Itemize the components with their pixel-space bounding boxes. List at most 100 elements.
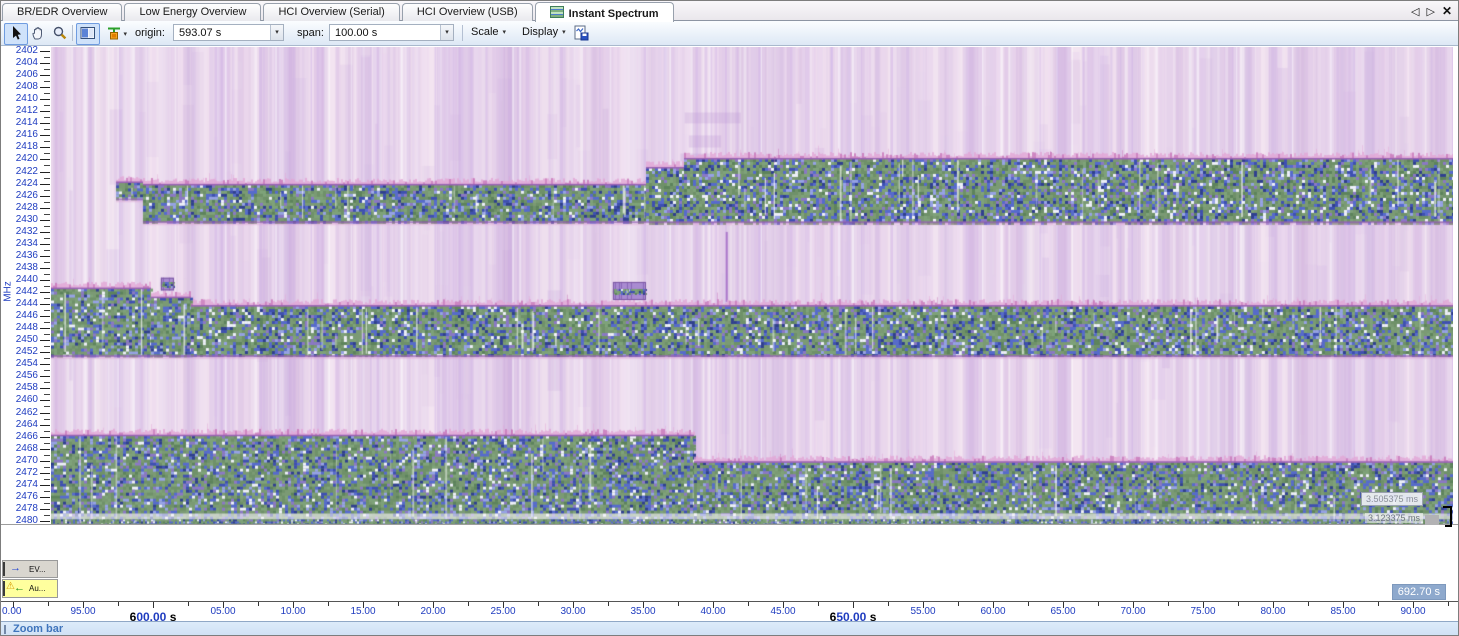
time-tick-label: 80.00 — [1238, 606, 1308, 617]
frequency-minor-tick — [44, 226, 50, 227]
frequency-major-tick — [40, 292, 50, 293]
frequency-minor-tick — [44, 455, 50, 456]
frequency-minor-tick — [44, 141, 50, 142]
tabs-scroll-left-button[interactable]: ◁ — [1411, 6, 1419, 18]
frequency-tick-label: 2412 — [2, 105, 38, 116]
origin-combobox[interactable]: 593.07 s ▾ — [173, 24, 284, 41]
origin-label: origin: — [135, 27, 165, 39]
frequency-major-tick — [40, 304, 50, 305]
close-tab-button[interactable]: ✕ — [1442, 4, 1452, 18]
tab-hci-overview-serial-[interactable]: HCI Overview (Serial) — [263, 3, 399, 21]
origin-dropdown-caret[interactable]: ▾ — [270, 25, 283, 40]
zoom-bar-grip[interactable] — [4, 625, 6, 634]
split-view-button[interactable] — [76, 23, 100, 45]
time-tick-label: 95.00 — [48, 606, 118, 617]
select-tool-button[interactable] — [4, 23, 28, 45]
frequency-major-tick — [40, 280, 50, 281]
frequency-minor-tick — [44, 467, 50, 468]
frequency-major-tick — [40, 437, 50, 438]
frequency-major-tick — [40, 328, 50, 329]
frequency-tick-label: 2462 — [2, 407, 38, 418]
save-chart-button[interactable] — [569, 23, 593, 45]
span-dropdown-caret[interactable]: ▾ — [440, 25, 453, 40]
time-tick — [1448, 602, 1449, 606]
event-stream-row[interactable]: → EV... — [2, 560, 58, 578]
tab-br-edr-overview[interactable]: BR/EDR Overview — [2, 3, 122, 21]
time-tick — [853, 602, 854, 608]
frequency-tick-label: 2448 — [2, 322, 38, 333]
frequency-minor-tick — [44, 503, 50, 504]
time-tick-label: 20.00 — [398, 606, 468, 617]
origin-value[interactable]: 593.07 s — [179, 27, 221, 39]
frequency-tick-label: 2476 — [2, 491, 38, 502]
tab-hci-overview-usb-[interactable]: HCI Overview (USB) — [402, 3, 533, 21]
frequency-minor-tick — [44, 298, 50, 299]
frequency-major-tick — [40, 172, 50, 173]
measurement-tooltip-upper: 3.505375 ms — [1361, 492, 1423, 506]
tab-label: HCI Overview (Serial) — [278, 6, 384, 18]
frequency-major-tick — [40, 256, 50, 257]
row-grip[interactable] — [3, 581, 5, 596]
frequency-minor-tick — [44, 358, 50, 359]
frequency-tick-label: 2410 — [2, 93, 38, 104]
frequency-minor-tick — [44, 322, 50, 323]
frequency-minor-tick — [44, 81, 50, 82]
frequency-tick-label: 2414 — [2, 117, 38, 128]
time-tick-label: 75.00 — [1168, 606, 1238, 617]
zoom-tool-button[interactable] — [48, 23, 72, 45]
event-arrow-icon: → — [10, 562, 21, 574]
frequency-minor-tick — [44, 370, 50, 371]
spectrogram-canvas[interactable] — [51, 47, 1453, 524]
frequency-minor-tick — [44, 286, 50, 287]
frequency-minor-tick — [44, 153, 50, 154]
span-value[interactable]: 100.00 s — [335, 27, 377, 39]
zoom-bar-pane[interactable]: Zoom bar — [1, 621, 1458, 636]
frequency-tick-label: 2442 — [2, 286, 38, 297]
frequency-major-tick — [40, 196, 50, 197]
time-tick-label: 60.00 — [958, 606, 1028, 617]
time-tick — [153, 602, 154, 608]
frequency-major-tick — [40, 376, 50, 377]
frequency-minor-tick — [44, 202, 50, 203]
frequency-tick-label: 2432 — [2, 226, 38, 237]
time-tick-label: 35.00 — [608, 606, 678, 617]
frequency-tick-label: 2464 — [2, 419, 38, 430]
audio-arrow-icon: ← — [14, 582, 25, 594]
frequency-minor-tick — [44, 190, 50, 191]
frequency-tick-label: 2406 — [2, 69, 38, 80]
frequency-tick-label: 2430 — [2, 214, 38, 225]
frequency-minor-tick — [44, 479, 50, 480]
frequency-minor-tick — [44, 178, 50, 179]
frequency-minor-tick — [44, 431, 50, 432]
tab-label: HCI Overview (USB) — [417, 6, 518, 18]
frequency-major-tick — [40, 461, 50, 462]
frequency-major-tick — [40, 485, 50, 486]
zoom-bar-label: Zoom bar — [13, 623, 63, 635]
frequency-minor-tick — [44, 310, 50, 311]
marker-tool-button[interactable]: ▾ — [99, 23, 129, 45]
tabs-scroll-right-button[interactable]: ▷ — [1426, 6, 1434, 18]
frequency-tick-label: 2404 — [2, 57, 38, 68]
marker-dropdown-caret[interactable]: ▾ — [123, 30, 127, 38]
frequency-minor-tick — [44, 346, 50, 347]
frequency-minor-tick — [44, 105, 50, 106]
frequency-major-tick — [40, 364, 50, 365]
tab-instant-spectrum[interactable]: Instant Spectrum — [535, 2, 674, 22]
cursor-arrow-icon — [8, 25, 24, 41]
frequency-tick-label: 2420 — [2, 153, 38, 164]
pan-tool-button[interactable] — [26, 23, 50, 45]
frequency-minor-tick — [44, 406, 50, 407]
cursor-shadow-box — [1425, 515, 1439, 525]
frequency-minor-tick — [44, 93, 50, 94]
audio-stream-row[interactable]: ⚠ ← Au... — [2, 579, 58, 598]
span-combobox[interactable]: 100.00 s ▾ — [329, 24, 454, 41]
frequency-tick-label: 2468 — [2, 443, 38, 454]
scale-menu-button[interactable]: Scale▾ — [471, 26, 506, 38]
tab-low-energy-overview[interactable]: Low Energy Overview — [124, 3, 261, 21]
measurement-cursor-icon — [1441, 506, 1452, 527]
row-grip[interactable] — [3, 562, 5, 576]
display-menu-button[interactable]: Display▾ — [522, 26, 566, 38]
frequency-minor-tick — [44, 262, 50, 263]
frequency-major-tick — [40, 352, 50, 353]
audio-row-label: Au... — [29, 584, 45, 593]
